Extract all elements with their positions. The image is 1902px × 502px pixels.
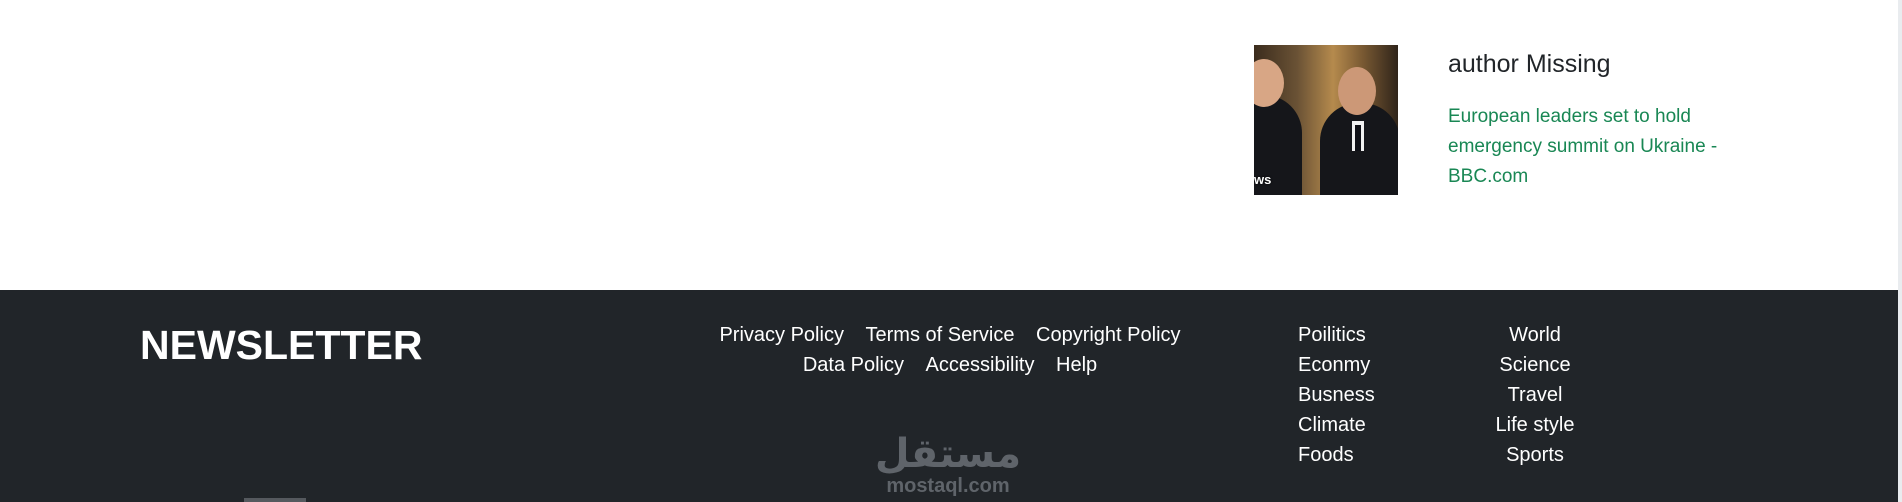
category-travel-link[interactable]: Travel (1480, 380, 1590, 410)
watermark-arabic: مستقل (874, 432, 1022, 476)
category-economy-link[interactable]: Econmy (1298, 350, 1375, 380)
accessibility-link[interactable]: Accessibility (926, 354, 1035, 376)
category-science-link[interactable]: Science (1480, 350, 1590, 380)
category-lifestyle-link[interactable]: Life style (1480, 410, 1590, 440)
news-thumbnail[interactable]: ws (1254, 45, 1398, 195)
thumbnail-head-right (1338, 67, 1376, 115)
content-area: ws author Missing European leaders set t… (0, 0, 1902, 290)
category-climate-link[interactable]: Climate (1298, 410, 1375, 440)
site-footer: NEWSLETTER Privacy Policy Terms of Servi… (0, 290, 1898, 502)
thumbnail-tag: ws (1254, 172, 1272, 187)
footer-scroll-indicator (244, 498, 306, 502)
help-link[interactable]: Help (1056, 354, 1097, 376)
newsletter-title: NEWSLETTER (140, 322, 423, 368)
category-list-2: World Science Travel Life style Sports (1480, 320, 1590, 470)
news-headline-link[interactable]: European leaders set to hold emergency s… (1448, 102, 1748, 192)
data-policy-link[interactable]: Data Policy (803, 354, 904, 376)
category-list-1: Poilitics Econmy Busness Climate Foods (1298, 320, 1375, 470)
category-world-link[interactable]: World (1480, 320, 1590, 350)
category-sports-link[interactable]: Sports (1480, 440, 1590, 470)
page-right-border (1898, 0, 1902, 502)
policy-links: Privacy Policy Terms of Service Copyrigh… (640, 320, 1260, 380)
category-politics-link[interactable]: Poilitics (1298, 320, 1375, 350)
privacy-policy-link[interactable]: Privacy Policy (719, 324, 843, 346)
category-foods-link[interactable]: Foods (1298, 440, 1375, 470)
mostaql-watermark: مستقل mostaql.com (868, 432, 1028, 496)
card-author: author Missing (1448, 50, 1611, 78)
category-business-link[interactable]: Busness (1298, 380, 1375, 410)
terms-of-service-link[interactable]: Terms of Service (866, 324, 1015, 346)
thumbnail-tie (1355, 125, 1361, 151)
watermark-latin: mostaql.com (886, 475, 1010, 497)
copyright-policy-link[interactable]: Copyright Policy (1036, 324, 1181, 346)
